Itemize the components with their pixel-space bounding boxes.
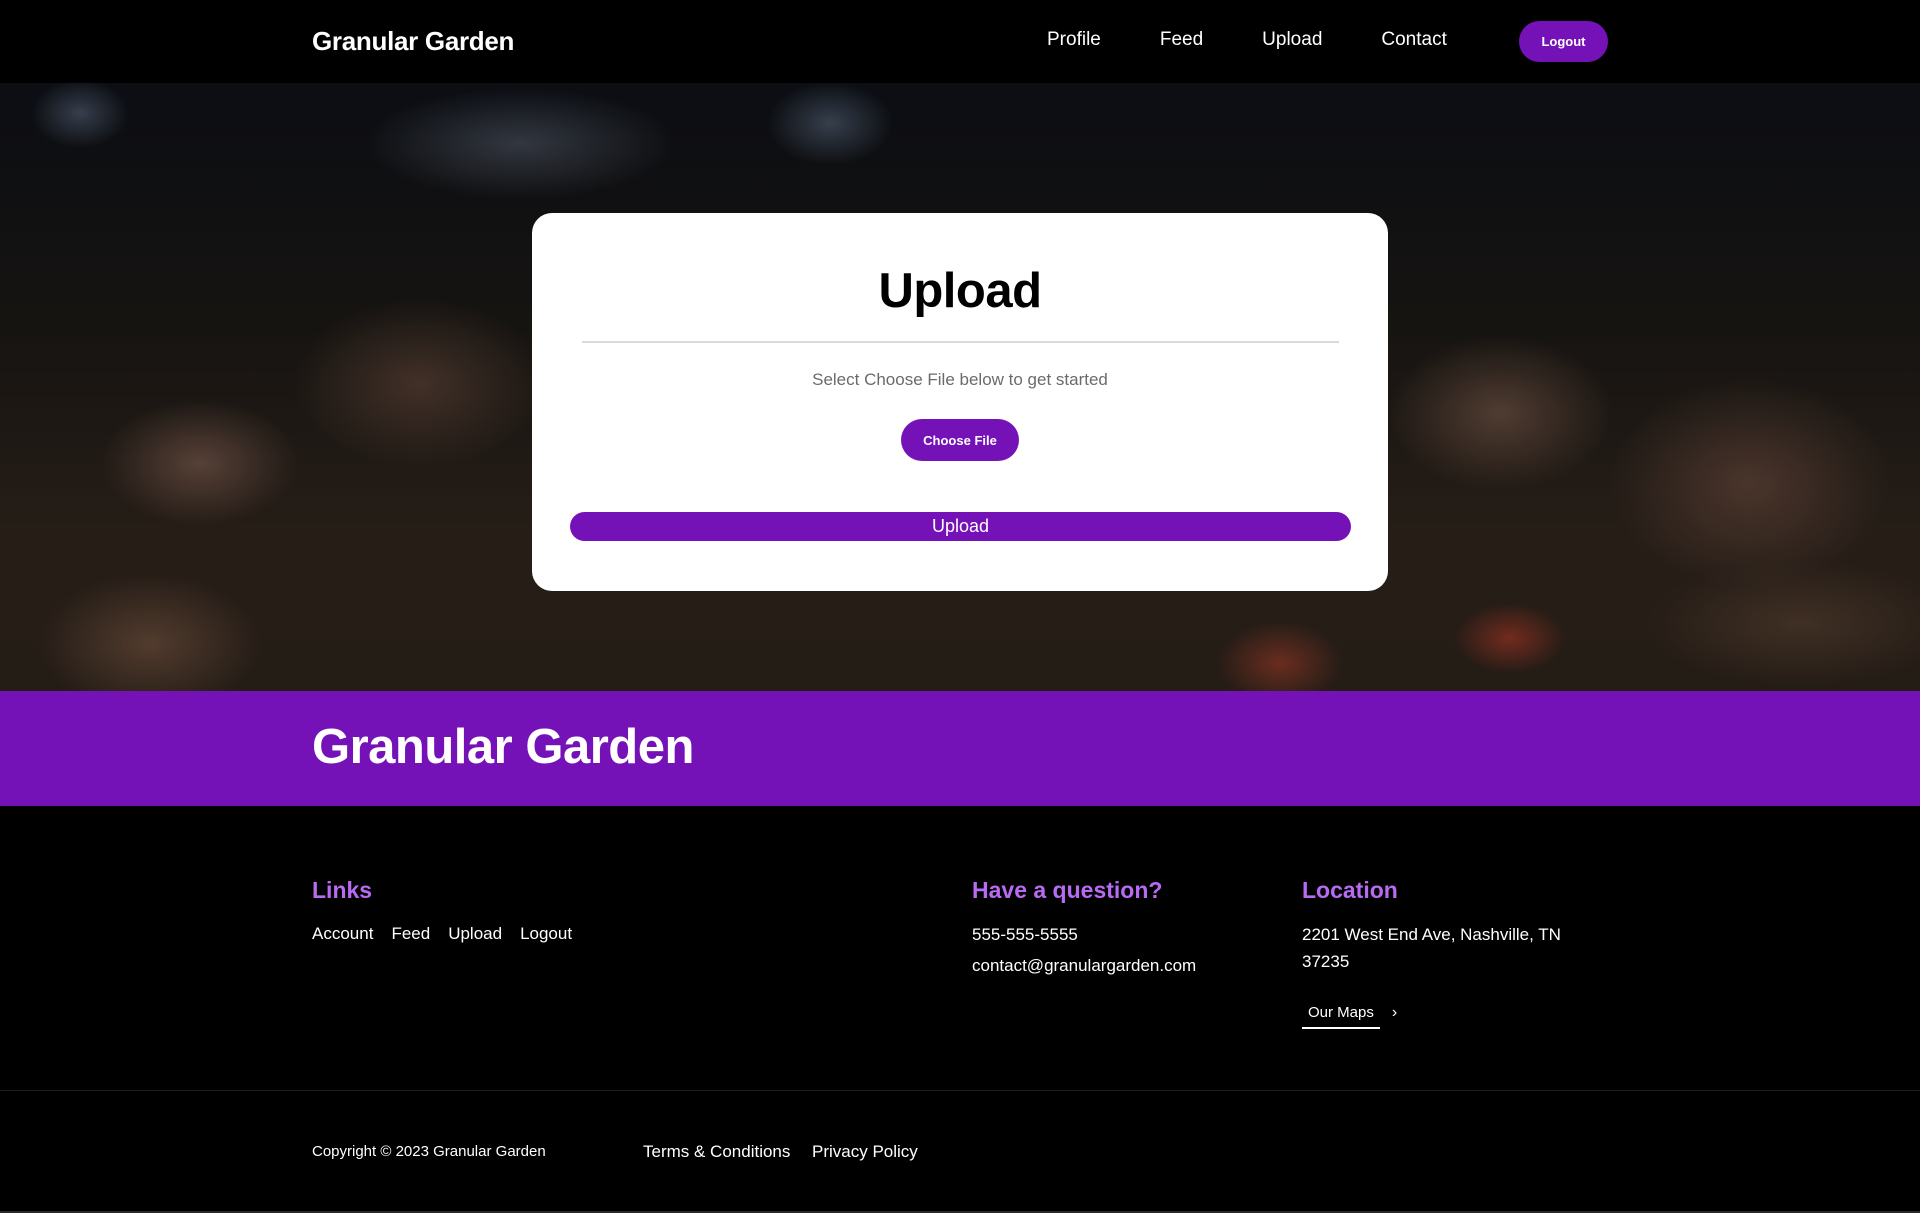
footer-link-logout[interactable]: Logout: [520, 924, 572, 944]
terms-link[interactable]: Terms & Conditions: [643, 1142, 790, 1162]
upload-card: Upload Select Choose File below to get s…: [532, 213, 1388, 591]
footer-links-heading: Links: [312, 877, 373, 903]
nav-contact[interactable]: Contact: [1381, 29, 1446, 51]
footer-location-heading: Location: [1302, 877, 1398, 903]
band-title: Granular Garden: [312, 720, 694, 774]
choose-file-button[interactable]: Choose File: [901, 419, 1019, 461]
nav-profile[interactable]: Profile: [1047, 29, 1101, 51]
our-maps-link[interactable]: Our Maps ›: [1302, 1004, 1397, 1029]
footer-links: Account Feed Upload Logout: [312, 924, 590, 944]
footer-link-upload[interactable]: Upload: [448, 924, 502, 944]
contact-email[interactable]: contact@granulargarden.com: [972, 952, 1196, 979]
footer-link-account[interactable]: Account: [312, 924, 373, 944]
footer-question-heading: Have a question?: [972, 877, 1163, 903]
page-title: Upload: [878, 264, 1042, 318]
upload-instructions: Select Choose File below to get started: [812, 370, 1108, 389]
brand-band: Granular Garden: [0, 691, 1920, 806]
main-nav: Profile Feed Upload Contact: [1047, 29, 1506, 51]
privacy-link[interactable]: Privacy Policy: [812, 1142, 918, 1162]
brand-logo[interactable]: Granular Garden: [312, 26, 514, 57]
copyright-text: Copyright © 2023 Granular Garden: [312, 1143, 546, 1160]
card-divider: [582, 341, 1339, 343]
location-address: 2201 West End Ave, Nashville, TN 37235: [1302, 925, 1561, 971]
our-maps-label: Our Maps: [1302, 1004, 1380, 1029]
top-navbar: Granular Garden Profile Feed Upload Cont…: [0, 0, 1920, 83]
footer-link-feed[interactable]: Feed: [391, 924, 430, 944]
nav-feed[interactable]: Feed: [1160, 29, 1203, 51]
contact-phone[interactable]: 555-555-5555: [972, 921, 1078, 948]
logout-button[interactable]: Logout: [1519, 21, 1608, 62]
chevron-right-icon: ›: [1391, 1004, 1398, 1021]
upload-submit-button[interactable]: Upload: [570, 512, 1351, 541]
footer: Links Account Feed Upload Logout Have a …: [0, 806, 1920, 1213]
nav-upload[interactable]: Upload: [1262, 29, 1322, 51]
footer-divider: [0, 1090, 1920, 1091]
